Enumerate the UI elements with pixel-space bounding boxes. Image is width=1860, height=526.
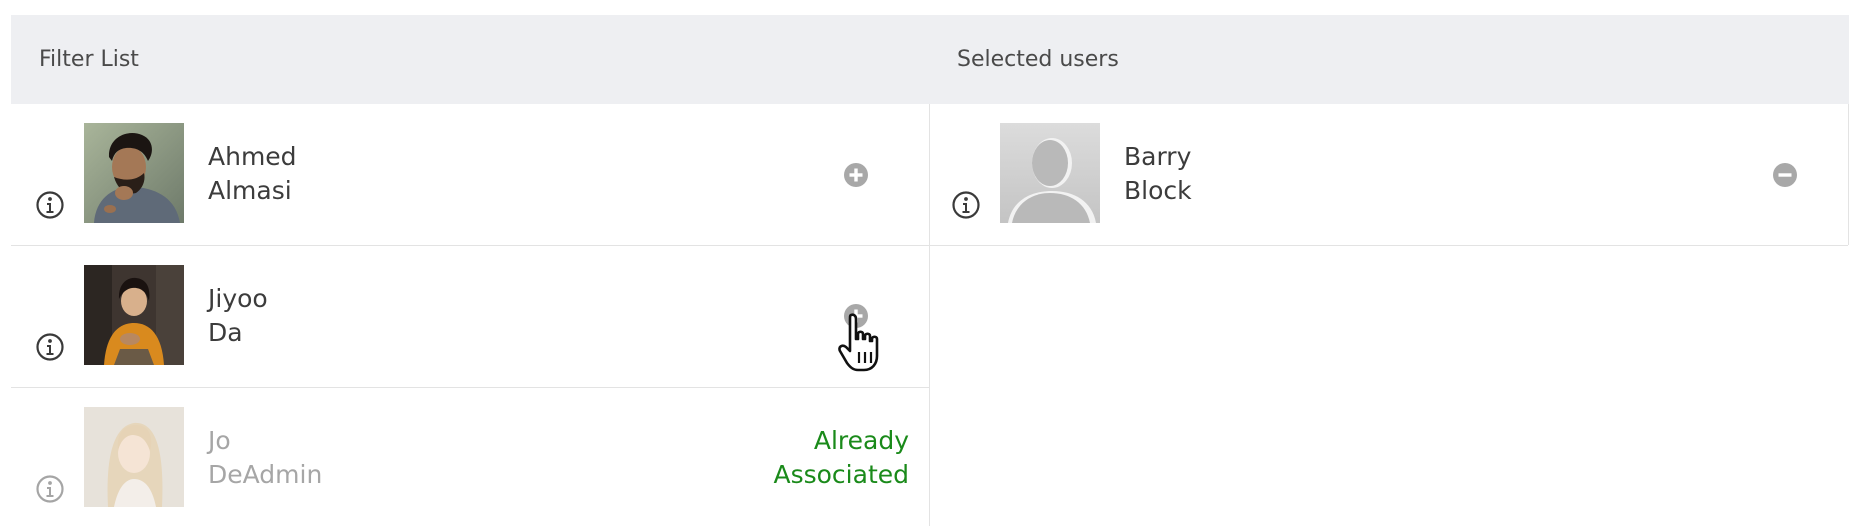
panel-header: Filter List Selected users	[11, 15, 1849, 104]
add-user-button[interactable]	[843, 162, 869, 188]
filter-list-header: Filter List	[39, 47, 139, 72]
avatar	[84, 407, 184, 507]
first-name: Ahmed	[208, 142, 297, 171]
user-name: Ahmed Almasi	[208, 140, 297, 208]
avatar	[84, 123, 184, 223]
filter-list-item: Jiyoo Da	[11, 246, 929, 388]
last-name: Almasi	[208, 176, 292, 205]
last-name: Da	[208, 318, 243, 347]
avatar	[84, 265, 184, 365]
filter-list-item: Ahmed Almasi	[11, 104, 929, 246]
page: Filter List Selected users Ahmed Almasi …	[0, 0, 1860, 526]
first-name: Jo	[208, 426, 231, 455]
user-association-panel: Filter List Selected users Ahmed Almasi …	[11, 15, 1849, 526]
filter-list-item: Jo DeAdmin Already Associated	[11, 388, 929, 526]
selected-user-item: Barry Block	[930, 104, 1848, 246]
last-name: Block	[1124, 176, 1192, 205]
hand-cursor-icon	[838, 313, 879, 372]
first-name: Jiyoo	[208, 284, 268, 313]
avatar	[1000, 123, 1100, 223]
selected-users-header: Selected users	[957, 47, 1119, 72]
info-icon[interactable]	[35, 190, 65, 220]
remove-user-button[interactable]	[1772, 162, 1798, 188]
info-icon[interactable]	[951, 190, 981, 220]
panel-edge	[1848, 104, 1849, 245]
info-icon[interactable]	[35, 332, 65, 362]
user-name: Jiyoo Da	[208, 282, 268, 350]
already-associated-status: Already Associated	[773, 426, 909, 489]
last-name: DeAdmin	[208, 460, 323, 489]
user-name: Jo DeAdmin	[208, 424, 322, 492]
user-name: Barry Block	[1124, 140, 1192, 208]
first-name: Barry	[1124, 142, 1192, 171]
info-icon	[36, 475, 64, 503]
